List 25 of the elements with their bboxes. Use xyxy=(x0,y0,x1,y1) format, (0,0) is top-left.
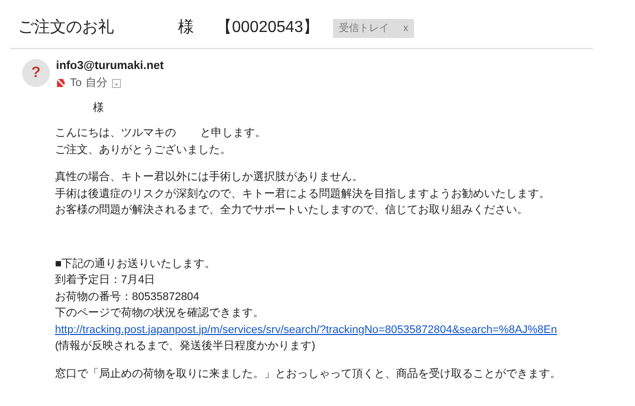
importance-icon[interactable] xyxy=(56,78,66,88)
recipient-prefix: To xyxy=(70,76,82,91)
body-text: 窓口で「局止めの荷物を取りに来ました。」とおっしゃって頂くと、商品を受け取ることができます。 xyxy=(55,366,562,382)
subject-text: 様 xyxy=(178,18,194,38)
label-text: 受信トレイ xyxy=(339,22,390,36)
body-text: お荷物の番号：80535872804 xyxy=(55,290,200,304)
greeting-text: 様 xyxy=(92,100,105,116)
email-subject: ご注文のお礼 xyxy=(18,18,114,38)
body-text: こんにちは、ツルマキの xyxy=(55,127,176,139)
body-text: ご注文、ありがとうございました。 xyxy=(55,142,232,158)
body-text: ■下記の通りお送りいたします。 xyxy=(55,256,217,272)
inbox-label[interactable]: 受信トレイ x xyxy=(333,19,414,38)
body-text: お客様の問題が解決されるまで、全力でサポートいたしますので、信じてお取り組みください。 xyxy=(55,202,529,218)
body-text: 到着予定日：7月4日 xyxy=(55,272,156,288)
order-number: 【00020543】 xyxy=(216,18,320,38)
recipient: 自分 xyxy=(86,76,108,91)
body-text: 真性の場合、キトー君以外には手術しか選択肢がありません。 xyxy=(55,170,364,185)
body-text: 手術は後遺症のリスクが深刻なので、キトー君による問題解決を目指しますようお勧めいたします。 xyxy=(55,186,551,202)
remove-label-button[interactable]: x xyxy=(403,21,408,36)
body-text: と申します。 xyxy=(200,127,266,139)
body-text: 下のページで荷物の状況を確認できます。 xyxy=(55,306,265,321)
sender-address: info3@turumaki.net xyxy=(56,59,164,73)
body-text: (情報が反映されるまで、発送後半日程度かかります) xyxy=(55,338,316,354)
avatar-icon: ? xyxy=(22,59,50,87)
tracking-link[interactable]: http://tracking.post.japanpost.jp/m/services/srv/search/?trackingNo=80535872804&search=%8AJ%8En xyxy=(55,324,558,336)
